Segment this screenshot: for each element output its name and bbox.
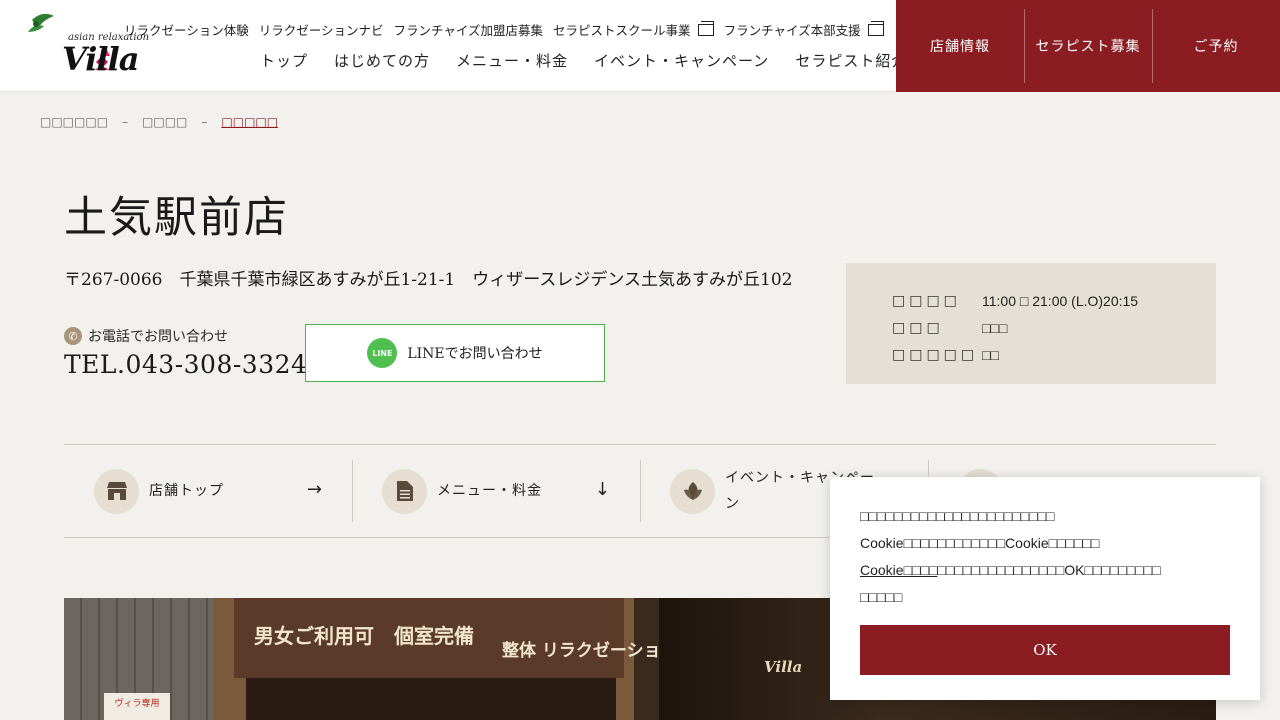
document-icon: [382, 468, 427, 514]
site-header: asian relaxation Villa リラクゼーション体験 リラクゼーシ…: [0, 0, 1280, 92]
external-link-icon: [697, 20, 714, 36]
breadcrumb-separator: –: [122, 115, 129, 129]
breadcrumb-separator: –: [201, 115, 208, 129]
hours-value: 11:00 □ 21:00 (L.O)20:15: [982, 292, 1139, 309]
photo-sticker: ヴィラ専用: [104, 693, 170, 720]
hours-row: □□□□ 11:00 □ 21:00 (L.O)20:15: [892, 287, 1216, 314]
cookie-text: □□□□□□□□□□□□□□□□□□□□□□□ Cookie□□□□□□□□□□…: [860, 503, 1230, 613]
top-link-relaxation-navi[interactable]: リラクゼーションナビ: [259, 20, 384, 39]
shop-icon: [94, 468, 139, 514]
cookie-line-rest: □□□□□□□□□□□□□□□OK□□□□□□□□□: [937, 562, 1161, 578]
main-nav: トップ はじめての方 メニュー・料金 イベント・キャンペーン セラピスト紹介: [260, 50, 907, 71]
cookie-line: Cookie□□□□□□□□□□□□□□□□□□□OK□□□□□□□□□: [860, 557, 1230, 584]
nav-menu-price[interactable]: メニュー・料金: [456, 50, 568, 71]
line-contact-button[interactable]: LINE LINEでお問い合わせ: [305, 324, 605, 382]
hours-key: □□□: [892, 319, 944, 336]
breadcrumb-current[interactable]: □□□□□: [221, 115, 278, 129]
top-link-label: セラピストスクール事業: [553, 23, 691, 38]
reservation-button[interactable]: ご予約: [1152, 0, 1280, 92]
nav-therapists[interactable]: セラピスト紹介: [795, 50, 907, 71]
arrow-down-icon: ↓: [594, 479, 610, 500]
tab-store-top[interactable]: 店舗トップ →: [64, 445, 352, 537]
hours-row: □□□□□ □□: [892, 341, 1216, 368]
hours-value: □□: [982, 346, 999, 363]
cookie-policy-link[interactable]: Cookie□□□□: [860, 562, 937, 578]
leaf-icon: [670, 468, 715, 514]
top-link-franchise-support[interactable]: フランチャイズ本部支援: [724, 20, 884, 39]
breadcrumb-home[interactable]: □□□□□□: [40, 115, 108, 129]
line-contact-label: LINEでお問い合わせ: [407, 346, 543, 362]
store-address: 〒267-0066 千葉県千葉市緑区あすみが丘1-21-1 ウィザースレジデンス…: [64, 270, 793, 290]
tab-label: 店舗トップ: [149, 483, 224, 499]
tel-number[interactable]: TEL.043-308-3324: [64, 350, 307, 379]
nav-top[interactable]: トップ: [260, 50, 308, 71]
arrow-right-icon: →: [306, 479, 322, 500]
logo-wordmark: Villa: [62, 40, 139, 78]
tel-label-text: お電話でお問い合わせ: [88, 329, 228, 345]
top-link-label: フランチャイズ本部支援: [723, 23, 861, 38]
tab-label: メニュー・料金: [437, 483, 542, 499]
cookie-banner: □□□□□□□□□□□□□□□□□□□□□□□ Cookie□□□□□□□□□□…: [830, 477, 1260, 700]
top-link-label: リラクゼーション体験: [124, 23, 249, 38]
nav-events[interactable]: イベント・キャンペーン: [594, 50, 769, 71]
cookie-line: □□□□□□□□□□□□□□□□□□□□□□□: [860, 508, 1055, 524]
hours-value: □□□: [982, 319, 1008, 336]
tel-label: ✆ お電話でお問い合わせ: [64, 326, 228, 346]
cookie-ok-button[interactable]: OK: [860, 625, 1230, 675]
store-info-button[interactable]: 店舗情報: [896, 0, 1024, 92]
hours-key: □□□□□: [892, 346, 979, 363]
hours-row: □□□ □□□: [892, 314, 1216, 341]
photo-sign-text: 男女ご利用可 個室完備: [254, 624, 474, 648]
header-actions: 店舗情報 セラピスト募集 ご予約: [896, 0, 1280, 92]
top-link-label: フランチャイズ加盟店募集: [393, 23, 544, 38]
hours-key: □□□□: [892, 292, 961, 309]
cookie-line: Cookie□□□□□□□□□□□□Cookie□□□□□□: [860, 535, 1100, 551]
hours-box: □□□□ 11:00 □ 21:00 (L.O)20:15 □□□ □□□ □□…: [846, 263, 1216, 384]
external-link-icon: [867, 20, 884, 36]
top-link-franchise-recruit[interactable]: フランチャイズ加盟店募集: [394, 20, 544, 39]
breadcrumb-store-list[interactable]: □□□□: [142, 115, 187, 129]
cookie-line: □□□□□: [860, 589, 903, 605]
line-icon: LINE: [367, 338, 398, 368]
therapist-recruit-button[interactable]: セラピスト募集: [1024, 0, 1152, 92]
photo-store-sign: Villa: [764, 658, 803, 676]
nav-first-time[interactable]: はじめての方: [334, 50, 430, 71]
top-link-therapist-school[interactable]: セラピストスクール事業: [553, 20, 714, 39]
page-title: 土気駅前店: [64, 193, 289, 243]
top-link-relaxation-experience[interactable]: リラクゼーション体験: [124, 20, 249, 39]
breadcrumb: □□□□□□ – □□□□ – □□□□□: [40, 115, 278, 129]
top-link-label: リラクゼーションナビ: [258, 23, 384, 38]
photo-panel: [246, 678, 616, 720]
tab-menu-price[interactable]: メニュー・料金 ↓: [352, 445, 640, 537]
villa-logo[interactable]: asian relaxation Villa: [24, 10, 149, 82]
phone-icon: ✆: [64, 327, 82, 345]
photo-sign-text-2: 整体 リラクゼーション: [502, 641, 678, 661]
top-links: リラクゼーション体験 リラクゼーションナビ フランチャイズ加盟店募集 セラピスト…: [124, 20, 884, 39]
